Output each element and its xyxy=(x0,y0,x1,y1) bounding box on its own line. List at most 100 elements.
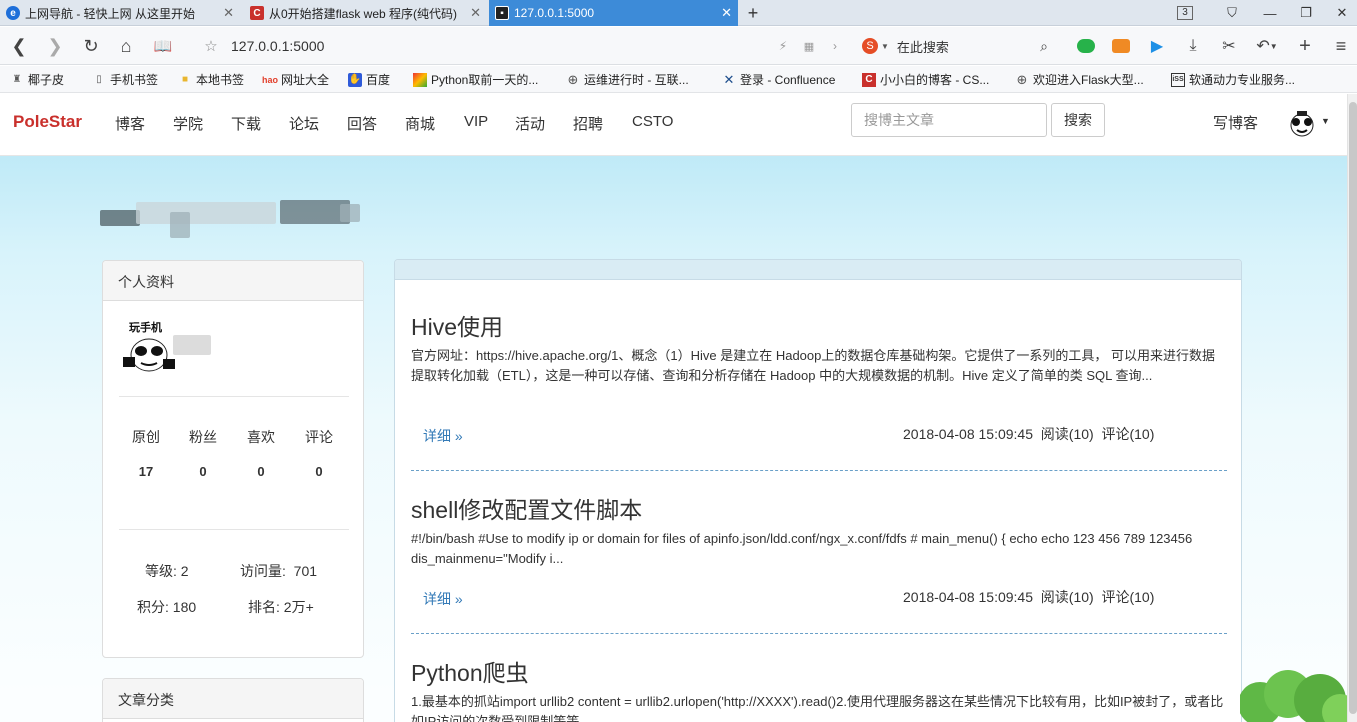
bookmark-item[interactable]: ⊕ 运维进行时 - 互联... xyxy=(566,66,689,93)
post-meta: 2018-04-08 15:09:45 阅读(10) 评论(10) xyxy=(903,426,1155,442)
bookmark-item[interactable]: Python取前一天的... xyxy=(413,66,538,93)
page-scrollbar[interactable] xyxy=(1347,94,1357,722)
tab-title: 从0开始搭建flask web 程序(纯代码) xyxy=(269,6,458,21)
nav-item-mall[interactable]: 商城 xyxy=(405,113,435,134)
globe-icon: ⊕ xyxy=(567,71,579,87)
browser-tab-active[interactable]: ▪ 127.0.0.1:5000 ✕ xyxy=(489,0,738,26)
browser-tab[interactable]: C 从0开始搭建flask web 程序(纯代码) ✕ xyxy=(244,0,487,26)
reader-icon[interactable]: 📖 xyxy=(150,27,176,65)
chevron-right-icon[interactable]: › xyxy=(826,27,844,65)
skin-icon[interactable]: ⛉ xyxy=(1220,0,1244,26)
post-excerpt: #!/bin/bash #Use to modify ip or domain … xyxy=(411,531,1193,566)
nav-item-answer[interactable]: 回答 xyxy=(347,113,377,134)
tab-title: 127.0.0.1:5000 xyxy=(514,6,595,20)
isoftstone-icon: iSS xyxy=(1171,72,1185,87)
stat-label-fans: 粉丝 xyxy=(189,429,217,445)
blog-title-blurred xyxy=(100,196,370,238)
chevron-down-icon[interactable]: ▼ xyxy=(1321,116,1330,126)
bookmark-item[interactable]: hao 网址大全 xyxy=(262,66,329,93)
nav-item-csto[interactable]: CSTO xyxy=(632,113,673,130)
bookmark-item[interactable]: ✕ 登录 - Confluence xyxy=(722,66,836,93)
user-avatar[interactable] xyxy=(1287,108,1317,138)
confluence-icon: ✕ xyxy=(723,71,735,87)
stat-value-comments: 0 xyxy=(315,464,323,479)
home-icon[interactable]: ⌂ xyxy=(113,27,139,65)
undo-icon[interactable]: ↶ ▼ xyxy=(1252,27,1282,65)
menu-icon[interactable]: ≡ xyxy=(1330,27,1352,65)
video-icon[interactable] xyxy=(1110,27,1132,65)
profile-avatar[interactable]: 玩手机 xyxy=(121,319,177,377)
csdn-icon: C xyxy=(862,72,876,87)
post-divider xyxy=(411,633,1227,634)
rank-info: 排名: 2万+ xyxy=(248,599,314,615)
scissors-icon[interactable]: ✂ xyxy=(1218,27,1240,65)
post-more-link[interactable]: 详细 » xyxy=(423,426,463,446)
stat-label-comments: 评论 xyxy=(305,429,333,445)
nav-item-blog[interactable]: 博客 xyxy=(115,113,145,134)
post-more-link[interactable]: 详细 » xyxy=(423,589,463,609)
nav-item-jobs[interactable]: 招聘 xyxy=(573,113,603,134)
wechat-icon[interactable] xyxy=(1075,27,1097,65)
back-icon[interactable]: ❮ xyxy=(6,27,32,65)
divider xyxy=(119,529,349,530)
tab-count-button[interactable]: 3 xyxy=(1172,0,1198,26)
nav-item-academy[interactable]: 学院 xyxy=(173,113,203,134)
tab-title: 上网导航 - 轻快上网 从这里开始 xyxy=(25,6,195,21)
play-icon[interactable]: ▶ xyxy=(1146,27,1168,65)
add-icon[interactable]: + xyxy=(1294,27,1316,65)
blog-search-input[interactable] xyxy=(851,103,1047,137)
scrollbar-thumb[interactable] xyxy=(1349,102,1357,714)
bookmark-item[interactable]: ✋ 百度 xyxy=(348,66,390,93)
post-excerpt: 1.最基本的抓站import urllib2 content = urllib2… xyxy=(411,694,1224,722)
new-tab-button[interactable]: + xyxy=(743,0,763,26)
bookmark-item[interactable]: iSS 软通动力专业服务... xyxy=(1171,66,1295,93)
post-title[interactable]: Hive使用 xyxy=(411,308,1227,342)
close-window-icon[interactable]: ✕ xyxy=(1330,0,1354,26)
nav-item-download[interactable]: 下载 xyxy=(231,113,261,134)
bookmark-item[interactable]: ♜ 椰子皮 xyxy=(10,66,65,93)
terminal-icon: ▪ xyxy=(495,6,509,20)
browser-tab[interactable]: e 上网导航 - 轻快上网 从这里开始 ✕ xyxy=(0,0,240,26)
download-icon[interactable]: ⤓ xyxy=(1182,27,1204,65)
categories-panel: 文章分类 xyxy=(102,678,364,722)
close-icon[interactable]: ✕ xyxy=(470,5,481,21)
phone-icon: ▯ xyxy=(96,74,102,85)
forward-icon[interactable]: ❯ xyxy=(42,27,68,65)
profile-panel-header: 个人资料 xyxy=(103,261,363,301)
search-icon[interactable]: ⌕ xyxy=(1034,27,1054,65)
close-icon[interactable]: ✕ xyxy=(721,5,732,21)
divider xyxy=(119,396,349,397)
restore-icon[interactable]: ❐ xyxy=(1294,0,1318,26)
post-list: Hive使用 官方网址：https://hive.apache.org/1、概念… xyxy=(394,259,1242,722)
minimize-icon[interactable]: — xyxy=(1258,0,1282,26)
bookmark-item[interactable]: ⊕ 欢迎进入Flask大型... xyxy=(1015,66,1144,93)
bookmark-item[interactable]: ■ 本地书签 xyxy=(178,66,244,93)
folder-icon: ■ xyxy=(181,74,189,85)
brand-logo[interactable]: PoleStar xyxy=(13,112,82,132)
post-meta: 2018-04-08 15:09:45 阅读(10) 评论(10) xyxy=(903,589,1155,605)
site-navbar: PoleStar 博客 学院 下载 论坛 回答 商城 VIP 活动 招聘 CST… xyxy=(0,94,1347,156)
bookmark-user-icon: ♜ xyxy=(12,74,22,85)
write-blog-link[interactable]: 写博客 xyxy=(1213,112,1258,133)
refresh-icon[interactable]: ↻ xyxy=(78,27,104,65)
bookmark-item[interactable]: C 小小白的博客 - CS... xyxy=(862,66,989,93)
chevron-down-icon[interactable]: ▼ xyxy=(881,42,889,51)
post-title[interactable]: Python爬虫 xyxy=(411,654,1227,688)
lightning-icon[interactable]: ⚡ xyxy=(774,27,792,65)
bookmark-item[interactable]: ▯ 手机书签 xyxy=(92,66,158,93)
browser-search-input[interactable]: S ▼ 在此搜索 xyxy=(862,36,1054,56)
nav-item-forum[interactable]: 论坛 xyxy=(289,113,319,134)
close-icon[interactable]: ✕ xyxy=(223,5,234,21)
stat-value-fans: 0 xyxy=(199,464,207,479)
ie-icon: e xyxy=(6,6,20,20)
nav-item-activity[interactable]: 活动 xyxy=(515,113,545,134)
star-icon[interactable]: ☆ xyxy=(200,27,222,65)
qrcode-icon[interactable]: ▦ xyxy=(800,27,818,65)
blog-search-button[interactable]: 搜索 xyxy=(1051,103,1105,137)
post-title[interactable]: shell修改配置文件脚本 xyxy=(411,491,1227,525)
nav-item-vip[interactable]: VIP xyxy=(464,113,488,130)
search-engine-icon[interactable]: S xyxy=(862,38,878,54)
decorative-trees xyxy=(1238,654,1347,722)
post-list-header xyxy=(395,260,1241,280)
url-field[interactable]: 127.0.0.1:5000 xyxy=(231,38,324,54)
